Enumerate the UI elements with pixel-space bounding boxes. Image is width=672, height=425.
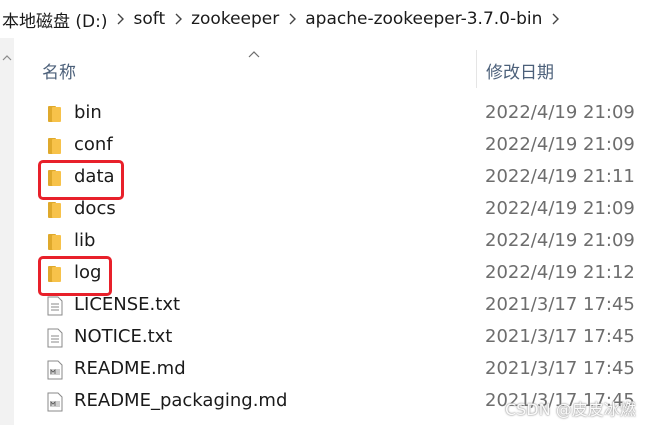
chevron-right-icon[interactable]: [544, 0, 566, 38]
folder-icon: [48, 202, 61, 218]
file-date: 2022/4/19 21:09: [485, 198, 635, 219]
folder-icon: [48, 234, 61, 250]
markdown-file-icon: [47, 360, 63, 380]
text-file-icon: [47, 328, 63, 348]
file-name: LICENSE.txt: [74, 294, 181, 315]
column-header-row: 名称 修改日期: [16, 50, 672, 88]
list-item[interactable]: lib 2022/4/19 21:09: [0, 226, 672, 258]
column-divider[interactable]: [476, 50, 477, 88]
text-file-icon: [47, 296, 63, 316]
file-date: 2021/3/17 17:45: [485, 326, 635, 347]
breadcrumb-item-current-folder[interactable]: apache-zookeeper-3.7.0-bin: [303, 9, 544, 29]
file-name: README_packaging.md: [74, 390, 288, 411]
caret-up-icon[interactable]: [0, 53, 14, 63]
folder-icon: [48, 138, 61, 154]
folder-icon: [48, 106, 61, 122]
file-date: 2021/3/17 17:45: [485, 358, 635, 379]
file-date: 2022/4/19 21:09: [485, 230, 635, 251]
highlight-box-data: [38, 160, 124, 200]
breadcrumb-item-soft[interactable]: soft: [132, 9, 168, 29]
column-header-name[interactable]: 名称: [42, 58, 76, 83]
sort-ascending-icon: [248, 51, 260, 58]
file-name: lib: [74, 230, 96, 251]
highlight-box-log: [38, 256, 112, 296]
chevron-right-icon[interactable]: [167, 0, 189, 38]
column-header-date[interactable]: 修改日期: [486, 58, 554, 83]
chevron-right-icon[interactable]: [110, 0, 132, 38]
file-date: 2022/4/19 21:09: [485, 134, 635, 155]
file-date: 2021/3/17 17:45: [485, 294, 635, 315]
breadcrumb-item-zookeeper[interactable]: zookeeper: [189, 9, 281, 29]
file-name: bin: [74, 102, 102, 123]
file-name: NOTICE.txt: [74, 326, 173, 347]
watermark: CSDN @皮皮冰燃: [505, 400, 636, 419]
file-date: 2022/4/19 21:12: [485, 262, 635, 283]
file-date: 2022/4/19 21:09: [485, 102, 635, 123]
chevron-right-icon[interactable]: [281, 0, 303, 38]
list-item[interactable]: NOTICE.txt 2021/3/17 17:45: [0, 322, 672, 354]
markdown-file-icon: [47, 392, 63, 412]
file-name: conf: [74, 134, 113, 155]
file-name: docs: [74, 198, 116, 219]
list-item[interactable]: conf 2022/4/19 21:09: [0, 130, 672, 162]
breadcrumb: 本地磁盘 (D:) soft zookeeper apache-zookeepe…: [0, 0, 672, 38]
breadcrumb-item-drive[interactable]: 本地磁盘 (D:): [0, 7, 110, 32]
file-date: 2022/4/19 21:11: [485, 166, 635, 187]
list-item[interactable]: README.md 2021/3/17 17:45: [0, 354, 672, 386]
list-item[interactable]: bin 2022/4/19 21:09: [0, 98, 672, 130]
file-name: README.md: [74, 358, 186, 379]
